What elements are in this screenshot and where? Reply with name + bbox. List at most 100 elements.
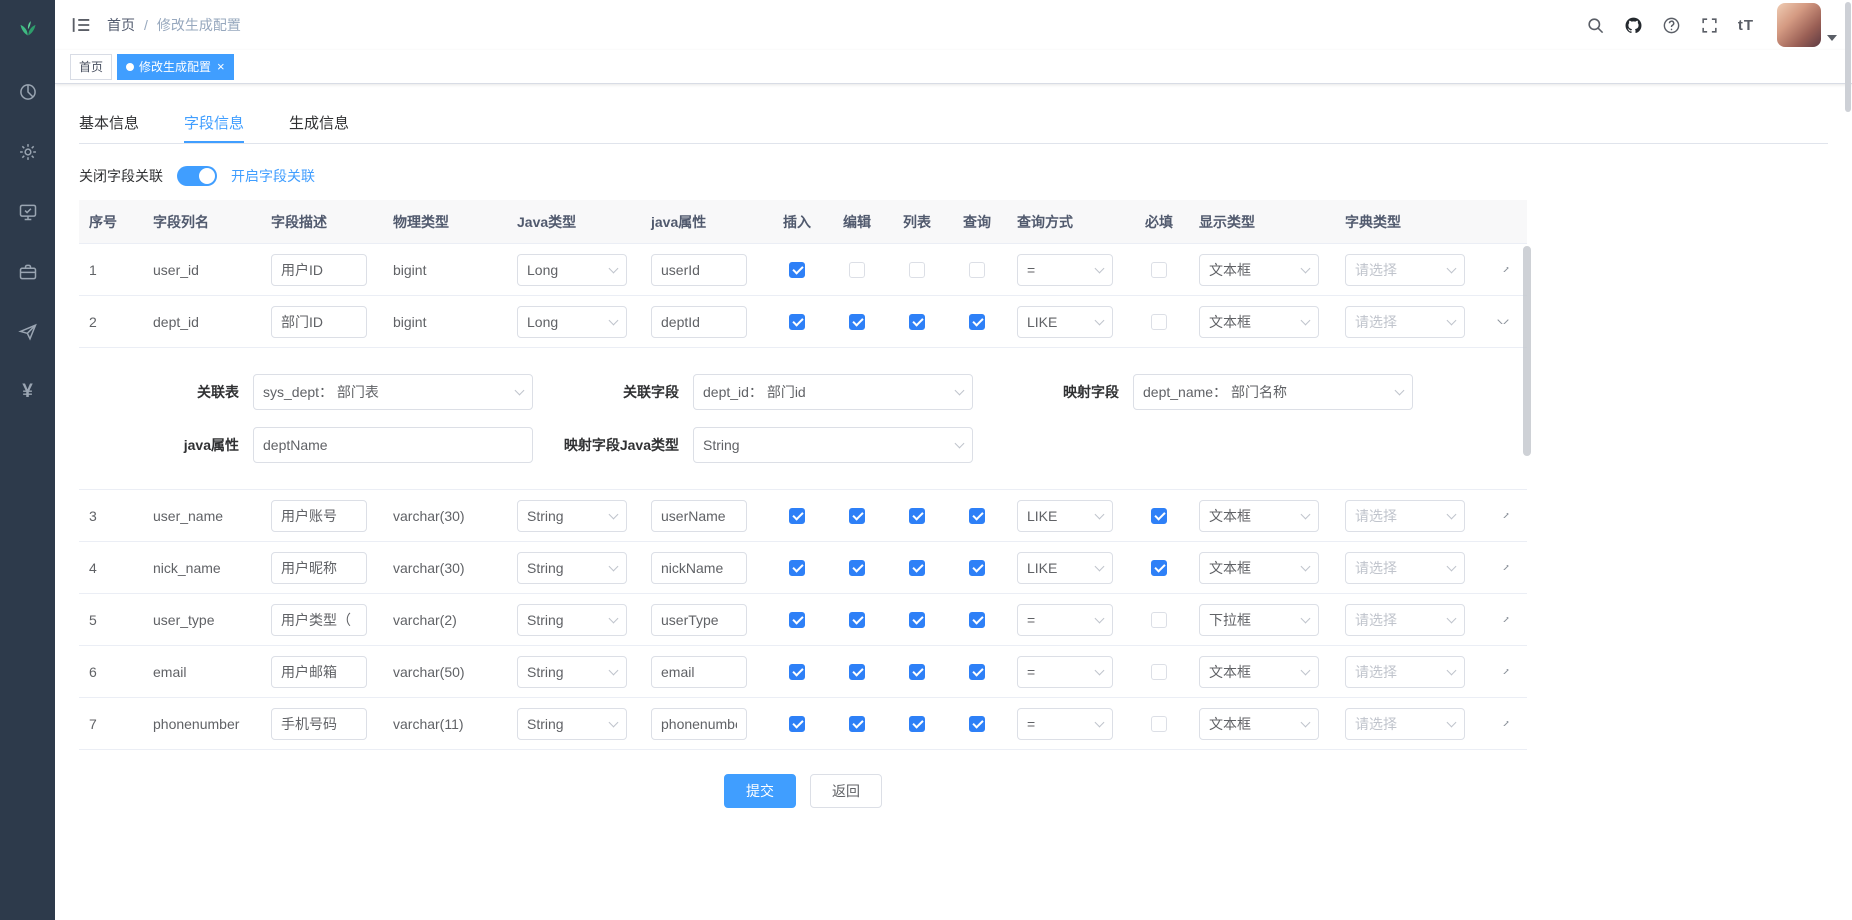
query-type-select[interactable]: LIKE	[1017, 500, 1113, 532]
java-property-input[interactable]	[651, 656, 747, 688]
tab-field-info[interactable]: 字段信息	[184, 104, 244, 143]
java-type-select[interactable]: String	[517, 604, 627, 636]
expand-row-icon[interactable]	[1497, 565, 1508, 570]
edit-checkbox[interactable]	[849, 560, 865, 576]
dict-type-select[interactable]: 请选择	[1345, 656, 1465, 688]
list-checkbox[interactable]	[909, 314, 925, 330]
required-checkbox[interactable]	[1151, 314, 1167, 330]
required-checkbox[interactable]	[1151, 508, 1167, 524]
mapping-java-type-select[interactable]: String	[693, 427, 973, 463]
user-menu[interactable]	[1777, 3, 1837, 47]
required-checkbox[interactable]	[1151, 716, 1167, 732]
java-type-select[interactable]: Long	[517, 306, 627, 338]
github-icon[interactable]	[1624, 16, 1643, 35]
expand-row-icon[interactable]	[1497, 513, 1508, 518]
dict-type-select[interactable]: 请选择	[1345, 254, 1465, 286]
description-input[interactable]	[271, 708, 367, 740]
tag-current[interactable]: 修改生成配置 ×	[117, 54, 234, 80]
list-checkbox[interactable]	[909, 262, 925, 278]
close-icon[interactable]: ×	[217, 60, 225, 73]
tab-basic-info[interactable]: 基本信息	[79, 104, 139, 143]
insert-checkbox[interactable]	[789, 262, 805, 278]
list-checkbox[interactable]	[909, 664, 925, 680]
required-checkbox[interactable]	[1151, 612, 1167, 628]
description-input[interactable]	[271, 254, 367, 286]
query-checkbox[interactable]	[969, 508, 985, 524]
sidebar-item-pay[interactable]: ¥	[17, 381, 39, 403]
font-size-icon[interactable]: tT	[1738, 17, 1754, 34]
display-type-select[interactable]: 下拉框	[1199, 604, 1319, 636]
window-scrollbar[interactable]	[1845, 2, 1851, 112]
description-input[interactable]	[271, 306, 367, 338]
java-property-input[interactable]	[651, 500, 747, 532]
query-checkbox[interactable]	[969, 262, 985, 278]
avatar[interactable]	[1777, 3, 1821, 47]
edit-checkbox[interactable]	[849, 612, 865, 628]
display-type-select[interactable]: 文本框	[1199, 500, 1319, 532]
java-type-select[interactable]: String	[517, 500, 627, 532]
java-type-select[interactable]: String	[517, 656, 627, 688]
relation-table-select[interactable]: sys_dept： 部门表	[253, 374, 533, 410]
list-checkbox[interactable]	[909, 508, 925, 524]
dict-type-select[interactable]: 请选择	[1345, 552, 1465, 584]
back-button[interactable]: 返回	[810, 774, 882, 808]
list-checkbox[interactable]	[909, 716, 925, 732]
expand-row-icon[interactable]	[1497, 319, 1508, 324]
edit-checkbox[interactable]	[849, 716, 865, 732]
search-icon[interactable]	[1586, 16, 1605, 35]
expand-row-icon[interactable]	[1497, 267, 1508, 272]
app-logo[interactable]	[0, 0, 55, 55]
sidebar-item-dashboard[interactable]	[17, 81, 39, 103]
java-property-input[interactable]	[253, 427, 533, 463]
table-scrollbar[interactable]	[1523, 246, 1531, 456]
sidebar-item-settings[interactable]	[17, 141, 39, 163]
description-input[interactable]	[271, 656, 367, 688]
fullscreen-icon[interactable]	[1700, 16, 1719, 35]
mapping-field-select[interactable]: dept_name： 部门名称	[1133, 374, 1413, 410]
edit-checkbox[interactable]	[849, 314, 865, 330]
required-checkbox[interactable]	[1151, 560, 1167, 576]
java-property-input[interactable]	[651, 604, 747, 636]
relation-field-select[interactable]: dept_id： 部门id	[693, 374, 973, 410]
dict-type-select[interactable]: 请选择	[1345, 306, 1465, 338]
query-type-select[interactable]: =	[1017, 656, 1113, 688]
association-on-link[interactable]: 开启字段关联	[231, 166, 315, 186]
query-checkbox[interactable]	[969, 664, 985, 680]
edit-checkbox[interactable]	[849, 508, 865, 524]
insert-checkbox[interactable]	[789, 314, 805, 330]
query-checkbox[interactable]	[969, 314, 985, 330]
help-icon[interactable]	[1662, 16, 1681, 35]
java-property-input[interactable]	[651, 552, 747, 584]
display-type-select[interactable]: 文本框	[1199, 656, 1319, 688]
sidebar-item-monitor[interactable]	[17, 201, 39, 223]
insert-checkbox[interactable]	[789, 560, 805, 576]
insert-checkbox[interactable]	[789, 664, 805, 680]
tab-gen-info[interactable]: 生成信息	[289, 104, 349, 143]
query-type-select[interactable]: =	[1017, 604, 1113, 636]
query-type-select[interactable]: =	[1017, 708, 1113, 740]
dict-type-select[interactable]: 请选择	[1345, 708, 1465, 740]
submit-button[interactable]: 提交	[724, 774, 796, 808]
java-type-select[interactable]: Long	[517, 254, 627, 286]
query-checkbox[interactable]	[969, 612, 985, 628]
query-checkbox[interactable]	[969, 716, 985, 732]
insert-checkbox[interactable]	[789, 612, 805, 628]
edit-checkbox[interactable]	[849, 664, 865, 680]
tag-home[interactable]: 首页	[70, 54, 112, 80]
insert-checkbox[interactable]	[789, 716, 805, 732]
description-input[interactable]	[271, 500, 367, 532]
display-type-select[interactable]: 文本框	[1199, 708, 1319, 740]
required-checkbox[interactable]	[1151, 664, 1167, 680]
query-type-select[interactable]: LIKE	[1017, 552, 1113, 584]
query-type-select[interactable]: =	[1017, 254, 1113, 286]
expand-row-icon[interactable]	[1497, 721, 1508, 726]
description-input[interactable]	[271, 604, 367, 636]
dict-type-select[interactable]: 请选择	[1345, 604, 1465, 636]
display-type-select[interactable]: 文本框	[1199, 254, 1319, 286]
dict-type-select[interactable]: 请选择	[1345, 500, 1465, 532]
display-type-select[interactable]: 文本框	[1199, 306, 1319, 338]
association-toggle[interactable]	[177, 166, 217, 186]
sidebar-item-deploy[interactable]	[17, 321, 39, 343]
java-type-select[interactable]: String	[517, 552, 627, 584]
query-type-select[interactable]: LIKE	[1017, 306, 1113, 338]
